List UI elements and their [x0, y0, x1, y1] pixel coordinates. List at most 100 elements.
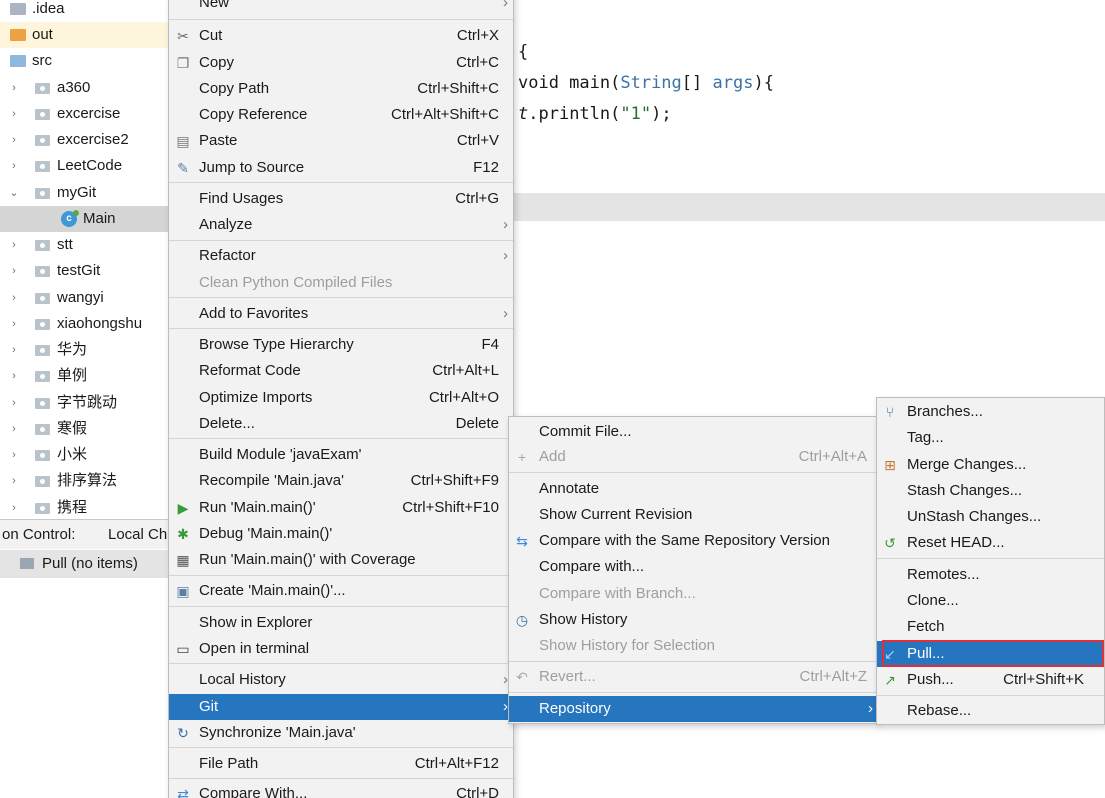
menu-item-repository[interactable]: Repository › — [509, 696, 877, 722]
chevron-right-icon[interactable]: › — [8, 337, 20, 363]
package-icon — [35, 83, 50, 94]
reset-icon: ↺ — [884, 535, 896, 551]
tree-item-idea[interactable]: .idea — [0, 0, 170, 22]
package-icon — [35, 188, 50, 199]
tree-item-sorting[interactable]: › 排序算法 — [0, 468, 170, 494]
chevron-down-icon[interactable]: ⌄ — [8, 180, 20, 206]
folder-excluded-icon — [10, 29, 26, 41]
version-control-bar: on Control: Local Ch — [0, 519, 170, 549]
tree-item-testgit[interactable]: › testGit — [0, 258, 170, 284]
menu-item-local-history[interactable]: Local History › — [169, 667, 513, 693]
tree-item-excercise2[interactable]: › excercise2 — [0, 127, 170, 153]
menu-item-paste[interactable]: ▤ Paste Ctrl+V — [169, 128, 513, 154]
menu-item-synchronize[interactable]: ↻ Synchronize 'Main.java' — [169, 720, 513, 746]
menu-item-create-config[interactable]: ▣ Create 'Main.main()'... — [169, 578, 513, 604]
menu-item-stash-changes[interactable]: Stash Changes... — [877, 478, 1104, 504]
tree-item-xiaohongshu[interactable]: › xiaohongshu — [0, 311, 170, 337]
menu-item-show-in-explorer[interactable]: Show in Explorer — [169, 610, 513, 636]
menu-item-unstash-changes[interactable]: UnStash Changes... — [877, 504, 1104, 530]
chevron-right-icon[interactable]: › — [8, 363, 20, 389]
menu-item-compare-same-repo[interactable]: ⇆ Compare with the Same Repository Versio… — [509, 528, 877, 554]
package-icon — [35, 161, 50, 172]
menu-item-git[interactable]: Git › — [169, 694, 513, 720]
code-editor[interactable]: { void main(String[] args){ t.println("1… — [513, 0, 1105, 420]
menu-item-refactor[interactable]: Refactor › — [169, 243, 513, 269]
menu-item-reset-head[interactable]: ↺ Reset HEAD... — [877, 530, 1104, 556]
tree-item-a360[interactable]: › a360 — [0, 75, 170, 101]
tree-item-winter[interactable]: › 寒假 — [0, 416, 170, 442]
menu-item-copy-reference[interactable]: Copy Reference Ctrl+Alt+Shift+C — [169, 102, 513, 128]
menu-item-remotes[interactable]: Remotes... — [877, 562, 1104, 588]
tree-item-src[interactable]: src — [0, 48, 170, 74]
menu-item-compare-with[interactable]: ⇄ Compare With... Ctrl+D — [169, 781, 513, 798]
java-class-icon: c — [61, 210, 79, 227]
menu-item-run[interactable]: ▶ Run 'Main.main()' Ctrl+Shift+F10 — [169, 495, 513, 521]
package-icon — [35, 109, 50, 120]
chevron-right-icon: › — [503, 247, 508, 264]
chevron-right-icon[interactable]: › — [8, 416, 20, 442]
local-changes-tab[interactable]: Local Ch — [108, 520, 167, 549]
tree-item-mygit[interactable]: ⌄ myGit — [0, 180, 170, 206]
menu-item-open-in-terminal[interactable]: ▭ Open in terminal — [169, 636, 513, 662]
tree-item-main[interactable]: c Main — [0, 206, 170, 232]
menu-item-tag[interactable]: Tag... — [877, 425, 1104, 451]
tree-item-excercise[interactable]: › excercise — [0, 101, 170, 127]
menu-item-push[interactable]: ↗ Push... Ctrl+Shift+K — [877, 667, 1104, 693]
tree-item-xiaomi[interactable]: › 小米 — [0, 442, 170, 468]
chevron-right-icon[interactable]: › — [8, 285, 20, 311]
chevron-right-icon: › — [503, 216, 508, 233]
menu-item-fetch[interactable]: Fetch — [877, 614, 1104, 640]
menu-item-show-history[interactable]: ◷ Show History — [509, 607, 877, 633]
menu-item-copy[interactable]: ❐ Copy Ctrl+C — [169, 50, 513, 76]
menu-item-compare-with[interactable]: Compare with... — [509, 554, 877, 580]
merge-icon: ⊞ — [884, 457, 896, 473]
tree-item-leetcode[interactable]: › LeetCode — [0, 153, 170, 179]
tree-item-out[interactable]: out — [0, 22, 170, 48]
chevron-right-icon[interactable]: › — [8, 390, 20, 416]
menu-item-build-module[interactable]: Build Module 'javaExam' — [169, 442, 513, 468]
menu-item-find-usages[interactable]: Find Usages Ctrl+G — [169, 186, 513, 212]
menu-item-annotate[interactable]: Annotate — [509, 476, 877, 502]
menu-item-analyze[interactable]: Analyze › — [169, 212, 513, 238]
chevron-right-icon[interactable]: › — [8, 442, 20, 468]
chevron-right-icon[interactable]: › — [8, 153, 20, 179]
menu-item-branches[interactable]: ⑂ Branches... — [877, 399, 1104, 425]
menu-item-merge-changes[interactable]: ⊞ Merge Changes... — [877, 452, 1104, 478]
menu-item-file-path[interactable]: File Path Ctrl+Alt+F12 — [169, 751, 513, 777]
vc-pull-entry[interactable]: Pull (no items) — [0, 550, 170, 578]
chevron-right-icon[interactable]: › — [8, 468, 20, 494]
menu-item-pull[interactable]: ↙ Pull... — [877, 641, 1104, 667]
tree-item-bytedance[interactable]: › 字节跳动 — [0, 390, 170, 416]
chevron-right-icon[interactable]: › — [8, 311, 20, 337]
menu-item-jump-to-source[interactable]: ✎ Jump to Source F12 — [169, 155, 513, 181]
menu-item-delete[interactable]: Delete... Delete — [169, 411, 513, 437]
menu-item-debug[interactable]: ✱ Debug 'Main.main()' — [169, 521, 513, 547]
tree-item-singleton[interactable]: › 单例 — [0, 363, 170, 389]
menu-item-cut[interactable]: ✂ Cut Ctrl+X — [169, 23, 513, 49]
chevron-right-icon[interactable]: › — [8, 75, 20, 101]
menu-item-optimize-imports[interactable]: Optimize Imports Ctrl+Alt+O — [169, 385, 513, 411]
revert-icon: ↶ — [516, 669, 528, 685]
folder-icon — [10, 3, 26, 15]
menu-item-commit-file[interactable]: Commit File... — [509, 419, 877, 445]
menu-item-browse-type-hierarchy[interactable]: Browse Type Hierarchy F4 — [169, 332, 513, 358]
tree-item-wangyi[interactable]: › wangyi — [0, 285, 170, 311]
chevron-right-icon[interactable]: › — [8, 101, 20, 127]
tree-item-stt[interactable]: › stt — [0, 232, 170, 258]
menu-item-new[interactable]: New › — [169, 0, 513, 16]
menu-item-show-current-revision[interactable]: Show Current Revision — [509, 502, 877, 528]
chevron-right-icon[interactable]: › — [8, 258, 20, 284]
menu-item-add-to-favorites[interactable]: Add to Favorites › — [169, 301, 513, 327]
menu-item-clone[interactable]: Clone... — [877, 588, 1104, 614]
menu-item-copy-path[interactable]: Copy Path Ctrl+Shift+C — [169, 76, 513, 102]
code-line: void main(String[] args){ — [518, 73, 774, 93]
menu-item-reformat-code[interactable]: Reformat Code Ctrl+Alt+L — [169, 358, 513, 384]
menu-item-rebase[interactable]: Rebase... — [877, 698, 1104, 724]
menu-item-recompile[interactable]: Recompile 'Main.java' Ctrl+Shift+F9 — [169, 468, 513, 494]
tree-item-ctrip[interactable]: › 携程 — [0, 495, 170, 515]
chevron-right-icon[interactable]: › — [8, 232, 20, 258]
menu-item-run-coverage[interactable]: ▦ Run 'Main.main()' with Coverage — [169, 547, 513, 573]
chevron-right-icon[interactable]: › — [8, 495, 20, 515]
tree-item-huawei[interactable]: › 华为 — [0, 337, 170, 363]
chevron-right-icon[interactable]: › — [8, 127, 20, 153]
